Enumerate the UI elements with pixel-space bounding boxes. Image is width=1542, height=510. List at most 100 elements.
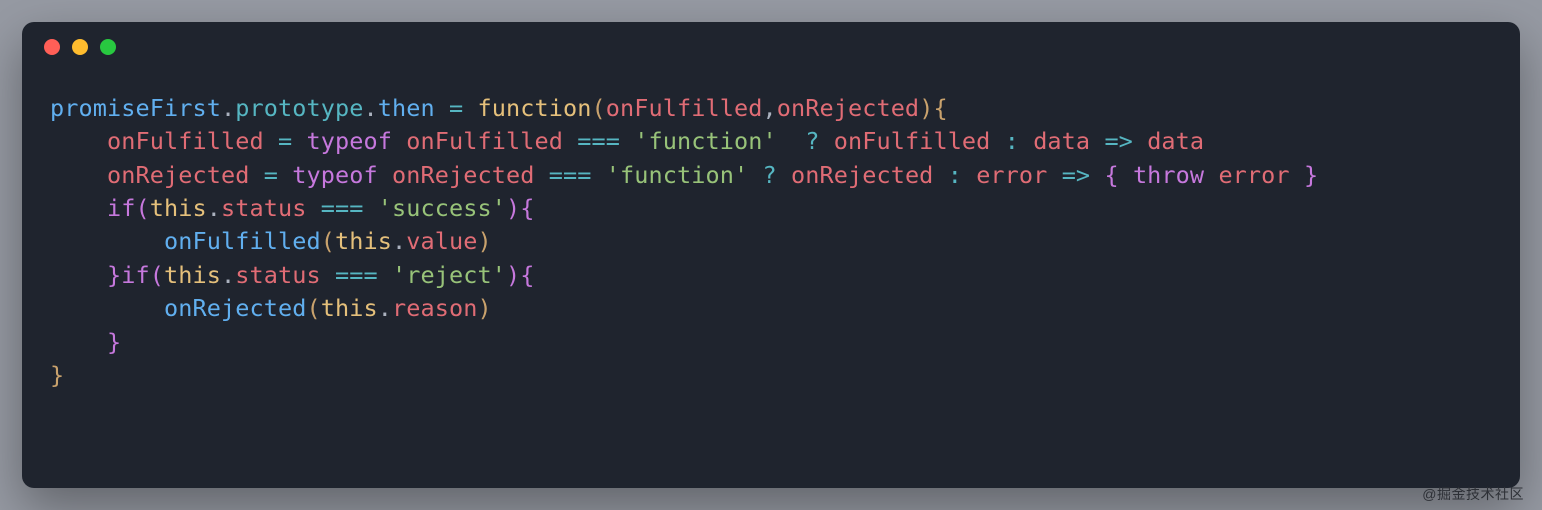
code-token: typeof xyxy=(292,161,378,189)
close-icon[interactable] xyxy=(44,39,60,55)
code-token xyxy=(1090,127,1104,155)
code-token: error xyxy=(1218,161,1289,189)
code-token: ? xyxy=(762,161,776,189)
code-token: . xyxy=(221,261,235,289)
code-token xyxy=(364,194,378,222)
code-token: data xyxy=(1033,127,1090,155)
code-window: promiseFirst.prototype.then = function(o… xyxy=(22,22,1520,488)
code-token: } xyxy=(1304,161,1318,189)
code-token: === xyxy=(335,261,378,289)
code-token xyxy=(1133,127,1147,155)
code-token: ) xyxy=(477,294,491,322)
code-token xyxy=(50,261,107,289)
code-token: { xyxy=(933,94,947,122)
code-token xyxy=(50,227,164,255)
code-token: ( xyxy=(136,194,150,222)
code-token: . xyxy=(207,194,221,222)
code-token: ) xyxy=(506,261,520,289)
code-token: data xyxy=(1147,127,1204,155)
code-token xyxy=(249,161,263,189)
code-token: } xyxy=(50,361,64,389)
code-token xyxy=(435,94,449,122)
code-token: onRejected xyxy=(791,161,933,189)
code-token: 'success' xyxy=(378,194,506,222)
code-token xyxy=(591,161,605,189)
code-token xyxy=(1204,161,1218,189)
code-token xyxy=(777,161,791,189)
code-token: typeof xyxy=(306,127,392,155)
code-token: === xyxy=(577,127,620,155)
code-token: onRejected xyxy=(107,161,249,189)
code-token: onRejected xyxy=(164,294,306,322)
code-token: . xyxy=(363,94,377,122)
code-token: prototype xyxy=(235,94,363,122)
code-token: => xyxy=(1062,161,1091,189)
code-token: onFulfilled xyxy=(164,227,321,255)
code-token xyxy=(264,127,278,155)
code-token xyxy=(50,161,107,189)
watermark: @掘金技术社区 xyxy=(1422,484,1524,504)
code-token: = xyxy=(264,161,278,189)
code-token xyxy=(1019,127,1033,155)
code-token: status xyxy=(221,194,307,222)
code-token xyxy=(463,94,477,122)
code-token: = xyxy=(278,127,292,155)
code-token xyxy=(748,161,762,189)
code-token: ( xyxy=(591,94,605,122)
code-token: throw xyxy=(1133,161,1204,189)
code-token: ) xyxy=(506,194,520,222)
code-token xyxy=(50,194,107,222)
code-token: ( xyxy=(321,227,335,255)
code-token: this xyxy=(164,261,221,289)
code-token: { xyxy=(520,194,534,222)
code-token: . xyxy=(221,94,235,122)
code-token xyxy=(620,127,634,155)
code-token xyxy=(777,127,806,155)
code-token: . xyxy=(392,227,406,255)
code-token xyxy=(1047,161,1061,189)
code-token: } xyxy=(107,328,121,356)
code-token: } xyxy=(107,261,121,289)
code-token: reason xyxy=(392,294,478,322)
code-token xyxy=(307,194,321,222)
code-token: === xyxy=(549,161,592,189)
minimize-icon[interactable] xyxy=(72,39,88,55)
code-token: : xyxy=(1005,127,1019,155)
code-token xyxy=(292,127,306,155)
code-token: if xyxy=(107,194,136,222)
code-token xyxy=(378,161,392,189)
code-token xyxy=(534,161,548,189)
code-block: promiseFirst.prototype.then = function(o… xyxy=(22,72,1520,420)
code-token xyxy=(990,127,1004,155)
code-token: . xyxy=(378,294,392,322)
code-token: : xyxy=(948,161,962,189)
code-token: then xyxy=(378,94,435,122)
code-token: ? xyxy=(805,127,819,155)
code-token: => xyxy=(1104,127,1133,155)
code-token: status xyxy=(235,261,321,289)
code-token: if xyxy=(121,261,150,289)
code-token: onRejected xyxy=(777,94,919,122)
code-token: value xyxy=(406,227,477,255)
code-token xyxy=(933,161,947,189)
code-token: , xyxy=(762,94,776,122)
code-token: ( xyxy=(306,294,320,322)
code-token: { xyxy=(520,261,534,289)
code-token xyxy=(378,261,392,289)
code-token: onFulfilled xyxy=(107,127,264,155)
code-token: onFulfilled xyxy=(406,127,563,155)
code-token: 'function' xyxy=(606,161,748,189)
code-token xyxy=(50,127,107,155)
code-token xyxy=(392,127,406,155)
code-token: promiseFirst xyxy=(50,94,221,122)
code-token: function xyxy=(477,94,591,122)
code-token: error xyxy=(976,161,1047,189)
code-token: 'function' xyxy=(634,127,776,155)
zoom-icon[interactable] xyxy=(100,39,116,55)
code-token xyxy=(1119,161,1133,189)
code-token: onFulfilled xyxy=(606,94,763,122)
code-token xyxy=(278,161,292,189)
code-token xyxy=(50,294,164,322)
code-token xyxy=(1290,161,1304,189)
code-token xyxy=(819,127,833,155)
